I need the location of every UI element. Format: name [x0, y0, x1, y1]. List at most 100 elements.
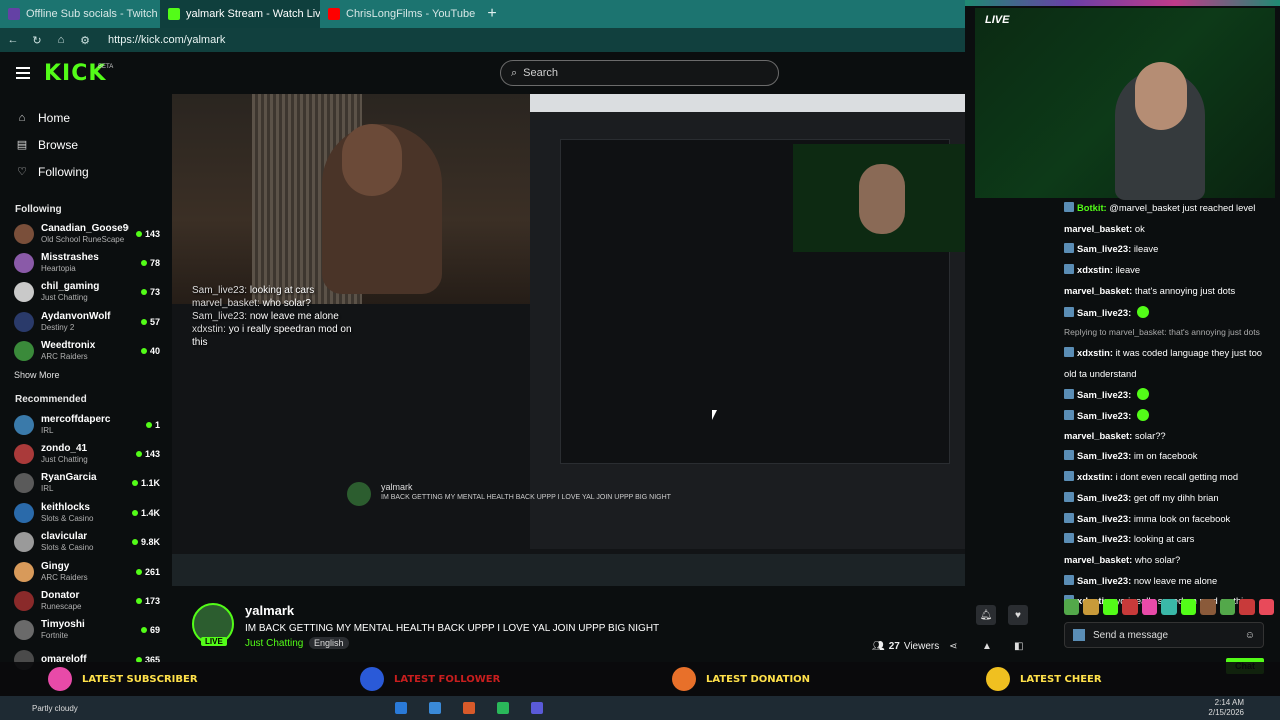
chat-username[interactable]: marvel_basket:	[1064, 430, 1132, 441]
chat-username[interactable]: Sam_live23:	[1077, 533, 1131, 544]
chat-username[interactable]: Sam_live23:	[1077, 307, 1131, 318]
tab-label: yalmark Stream - Watch Live on Kick	[186, 8, 320, 20]
emote-icon[interactable]	[1102, 599, 1119, 615]
home-page-icon[interactable]: ⌂	[54, 34, 68, 46]
sidebar-channel[interactable]: Gingy ARC Raiders 261	[0, 557, 172, 586]
clip-icon[interactable]: ◧	[1014, 641, 1023, 652]
chat-message-continued: old ta understand	[1064, 367, 1137, 379]
app-icon[interactable]	[497, 702, 509, 714]
app-icon[interactable]	[463, 702, 475, 714]
follow-button[interactable]: ♥	[1008, 605, 1028, 625]
bell-icon: 🔔︎	[979, 609, 993, 621]
browser-tab-youtube[interactable]: ChrisLongFilms - YouTube ✕	[320, 0, 480, 28]
user-badge-icon	[1064, 574, 1074, 585]
nav-browse[interactable]: ▤ Browse	[0, 131, 172, 158]
report-icon[interactable]: ▲	[982, 641, 992, 652]
chat-message: Sam_live23: ileave	[1064, 243, 1274, 255]
avatar	[14, 414, 34, 435]
live-dot-icon	[131, 539, 138, 546]
chat-username[interactable]: Sam_live23:	[1077, 410, 1131, 421]
chat-username[interactable]: Sam_live23:	[1077, 492, 1131, 503]
chat-username[interactable]: Sam_live23:	[1077, 575, 1131, 586]
stream-category[interactable]: Just Chatting	[245, 638, 303, 649]
chat-text: looking at cars	[1133, 533, 1195, 545]
emote-icon[interactable]	[1141, 599, 1158, 615]
video-player[interactable]: Sam_live23: looking at cars marvel_basket…	[172, 94, 965, 586]
chat-username[interactable]: marvel_basket:	[1064, 554, 1132, 565]
chat-username[interactable]: Sam_live23:	[1077, 243, 1131, 254]
search-input[interactable]: ⌕ Search	[500, 60, 779, 86]
channel-viewers: 40	[140, 346, 160, 357]
channel-category: ARC Raiders	[41, 572, 88, 582]
sidebar-channel[interactable]: keithlocks Slots & Casino 1.4K	[0, 498, 172, 527]
app-icon[interactable]	[531, 702, 543, 714]
refresh-icon[interactable]: ↻	[30, 34, 44, 47]
sidebar-channel[interactable]: Weedtronix ARC Raiders 40	[0, 337, 172, 366]
chat-message: marvel_basket: who solar?	[1064, 554, 1274, 566]
chat-username[interactable]: xdxstin:	[1077, 264, 1113, 275]
emote-icon[interactable]	[1161, 599, 1177, 615]
emote-icon[interactable]	[1083, 599, 1099, 615]
emote-icon[interactable]	[1258, 599, 1274, 615]
show-more-button[interactable]: Show More	[0, 366, 172, 384]
nav-home[interactable]: ⌂ Home	[0, 104, 172, 131]
chat-username[interactable]: xdxstin:	[1077, 471, 1113, 482]
cursor-icon	[712, 410, 722, 420]
emote-icon[interactable]	[1200, 599, 1216, 615]
chat-username[interactable]: Sam_live23:	[1077, 389, 1131, 400]
overlay-chat-user: Sam_live23:	[192, 285, 248, 296]
emote-icon[interactable]	[1219, 599, 1236, 615]
chat-username[interactable]: Botkit:	[1077, 202, 1107, 213]
sidebar-channel[interactable]: chil_gaming Just Chatting 73	[0, 278, 172, 307]
emote-icon[interactable]	[1239, 599, 1255, 615]
user-badge-icon	[1064, 243, 1074, 254]
browser-tab-twitch[interactable]: Offline Sub socials - Twitch ✕	[0, 0, 160, 28]
emoji-icon[interactable]: ☺	[1245, 630, 1255, 641]
sidebar-channel[interactable]: RyanGarcia IRL 1.1K	[0, 469, 172, 498]
new-tab-icon[interactable]: +	[480, 5, 504, 23]
reply-context: Replying to marvel_basket: that's annoyi…	[1064, 327, 1260, 338]
chat-username[interactable]: Sam_live23:	[1077, 450, 1131, 461]
emote-icon[interactable]	[1064, 599, 1080, 615]
sidebar-channel[interactable]: AydanvonWolf Destiny 2 57	[0, 307, 172, 336]
system-clock[interactable]: 2:14 AM 2/15/2026	[1208, 698, 1244, 718]
chat-username[interactable]: xdxstin:	[1077, 347, 1113, 358]
viewer-label: Viewers	[903, 641, 940, 652]
chat-input-placeholder: Send a message	[1093, 629, 1169, 641]
emote-icon[interactable]	[1180, 599, 1197, 615]
menu-icon[interactable]	[16, 67, 30, 79]
sidebar-channel[interactable]: Misstrashes Heartopia 78	[0, 248, 172, 277]
user-badge-icon	[1064, 202, 1074, 212]
sidebar-channel[interactable]: mercoffdaperc IRL 1	[0, 410, 172, 439]
user-badge-icon	[1064, 471, 1074, 482]
start-icon[interactable]	[395, 702, 407, 714]
sidebar-channel[interactable]: Donator Runescape 173	[0, 586, 172, 615]
sidebar-channel[interactable]: Timyoshi Fortnite 69	[0, 616, 172, 645]
viewer-count: 40	[149, 346, 160, 357]
chat-username[interactable]: marvel_basket:	[1064, 285, 1132, 296]
url-field[interactable]: https://kick.com/yalmark	[108, 34, 225, 46]
user-badge-icon	[1064, 491, 1074, 502]
sidebar-channel[interactable]: Canadian_Goose902Old School RuneScape 143	[0, 219, 172, 248]
chat-username[interactable]: marvel_basket:	[1064, 223, 1132, 234]
chat-message: marvel_basket: that's annoying just dots	[1064, 285, 1274, 297]
channel-name: zondo_41	[41, 443, 88, 455]
share-icon[interactable]: ⋖	[949, 641, 957, 652]
streamer-name[interactable]: yalmark	[245, 603, 294, 618]
nav-following[interactable]: ♡ Following	[0, 158, 172, 185]
back-icon[interactable]: ←	[6, 34, 20, 46]
sidebar-channel[interactable]: zondo_41 Just Chatting 143	[0, 439, 172, 468]
chat-text: i dont even recall getting mod	[1115, 471, 1239, 483]
emote-icon[interactable]	[1122, 599, 1138, 615]
site-info-icon[interactable]: ⚙	[78, 34, 92, 47]
weather-text: Partly cloudy	[32, 703, 78, 713]
chat-input[interactable]: Send a message ☺	[1064, 622, 1264, 648]
sidebar-channel[interactable]: clavicular Slots & Casino 9.8K	[0, 528, 172, 557]
shared-screen-face	[859, 164, 905, 234]
chat-username[interactable]: Sam_live23:	[1077, 513, 1131, 524]
chat-message: Botkit: @marvel_basket just reached leve…	[1064, 202, 1274, 214]
search-app-icon[interactable]	[429, 702, 441, 714]
browser-tab-kick[interactable]: yalmark Stream - Watch Live on Kick ✕	[160, 0, 320, 28]
notification-bell-button[interactable]: 🔔︎	[976, 605, 996, 625]
language-tag[interactable]: English	[309, 637, 349, 649]
